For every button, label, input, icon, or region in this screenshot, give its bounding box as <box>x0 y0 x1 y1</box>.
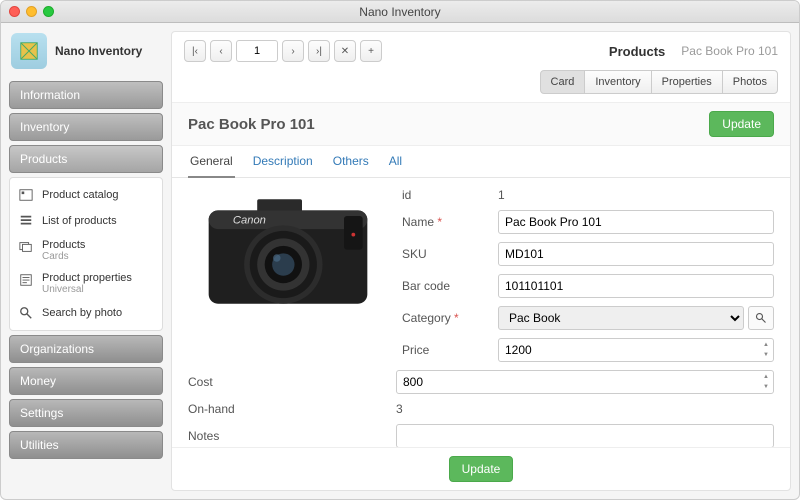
search-icon <box>755 312 767 324</box>
list-icon <box>18 213 34 229</box>
tab-all[interactable]: All <box>387 146 404 177</box>
subnav-sublabel: Universal <box>42 284 132 295</box>
record-toolbar: |‹ ‹ › ›| ✕ + Products Pac Book Pro 101 <box>172 32 790 70</box>
label-id: id <box>402 188 490 202</box>
viewtab-properties[interactable]: Properties <box>651 70 723 94</box>
input-cost[interactable] <box>396 370 774 394</box>
view-tabs: Card Inventory Properties Photos <box>172 70 790 102</box>
input-sku[interactable] <box>498 242 774 266</box>
subnav-label: Product properties <box>42 272 132 284</box>
subnav-sublabel: Cards <box>42 251 85 262</box>
input-barcode[interactable] <box>498 274 774 298</box>
input-notes[interactable] <box>396 424 774 447</box>
subnav-search-by-photo[interactable]: Search by photo <box>10 300 162 326</box>
add-record-button[interactable]: + <box>360 40 382 62</box>
nav-information[interactable]: Information <box>9 81 163 109</box>
label-onhand: On-hand <box>188 402 388 416</box>
nav-utilities[interactable]: Utilities <box>9 431 163 459</box>
next-record-button[interactable]: › <box>282 40 304 62</box>
breadcrumb-item: Pac Book Pro 101 <box>681 44 778 58</box>
nav-settings[interactable]: Settings <box>9 399 163 427</box>
subnav-label: Product catalog <box>42 189 118 201</box>
titlebar: Nano Inventory <box>1 1 799 23</box>
nav-products[interactable]: Products <box>9 145 163 173</box>
app-icon <box>11 33 47 69</box>
prev-record-button[interactable]: ‹ <box>210 40 232 62</box>
subnav-label: Products <box>42 239 85 251</box>
sidebar: Nano Inventory Information Inventory Pro… <box>1 23 171 499</box>
search-icon <box>18 305 34 321</box>
label-sku: SKU <box>402 247 490 261</box>
update-button-bottom[interactable]: Update <box>449 456 514 482</box>
properties-icon <box>18 272 34 288</box>
select-category[interactable]: Pac Book <box>498 306 744 330</box>
tab-others[interactable]: Others <box>331 146 371 177</box>
nav-inventory[interactable]: Inventory <box>9 113 163 141</box>
app-header: Nano Inventory <box>9 31 163 77</box>
label-price: Price <box>402 343 490 357</box>
nav-organizations[interactable]: Organizations <box>9 335 163 363</box>
detail-tabs: General Description Others All <box>172 146 790 178</box>
price-step-down[interactable]: ▼ <box>760 350 772 360</box>
input-name[interactable] <box>498 210 774 234</box>
label-barcode: Bar code <box>402 279 490 293</box>
cost-step-up[interactable]: ▲ <box>760 372 772 382</box>
subnav-label: Search by photo <box>42 307 122 319</box>
delete-record-button[interactable]: ✕ <box>334 40 356 62</box>
app-name: Nano Inventory <box>55 44 142 58</box>
first-record-button[interactable]: |‹ <box>184 40 206 62</box>
record-header: Pac Book Pro 101 Update <box>172 102 790 146</box>
label-cost: Cost <box>188 375 388 389</box>
breadcrumb-section: Products <box>609 44 665 59</box>
viewtab-inventory[interactable]: Inventory <box>584 70 651 94</box>
tab-general[interactable]: General <box>188 146 235 178</box>
cost-step-down[interactable]: ▼ <box>760 382 772 392</box>
nav-money[interactable]: Money <box>9 367 163 395</box>
category-lookup-button[interactable] <box>748 306 774 330</box>
tab-description[interactable]: Description <box>251 146 315 177</box>
cards-icon <box>18 239 34 255</box>
price-step-up[interactable]: ▲ <box>760 340 772 350</box>
update-button-top[interactable]: Update <box>709 111 774 137</box>
catalog-icon <box>18 187 34 203</box>
window-title: Nano Inventory <box>1 5 799 19</box>
label-category: Category <box>402 311 451 325</box>
value-id: 1 <box>498 188 774 202</box>
form-content: Canon id <box>172 178 790 447</box>
subnav-product-catalog[interactable]: Product catalog <box>10 182 162 208</box>
form-footer: Update <box>172 447 790 490</box>
label-notes: Notes <box>188 429 388 443</box>
input-price[interactable] <box>498 338 774 362</box>
subnav-product-properties[interactable]: Product properties Universal <box>10 267 162 300</box>
product-image[interactable]: Canon <box>188 188 388 328</box>
record-title: Pac Book Pro 101 <box>188 116 709 133</box>
subnav-label: List of products <box>42 215 117 227</box>
brand-label: Canon <box>233 214 266 226</box>
viewtab-card[interactable]: Card <box>540 70 586 94</box>
main-panel: |‹ ‹ › ›| ✕ + Products Pac Book Pro 101 … <box>171 31 791 491</box>
last-record-button[interactable]: ›| <box>308 40 330 62</box>
value-onhand: 3 <box>396 402 774 416</box>
viewtab-photos[interactable]: Photos <box>722 70 778 94</box>
subnav-products[interactable]: Products Cards <box>10 234 162 267</box>
subnav-list-of-products[interactable]: List of products <box>10 208 162 234</box>
nav-products-submenu: Product catalog List of products Product… <box>9 177 163 331</box>
label-name: Name <box>402 215 434 229</box>
record-number-input[interactable] <box>236 40 278 62</box>
